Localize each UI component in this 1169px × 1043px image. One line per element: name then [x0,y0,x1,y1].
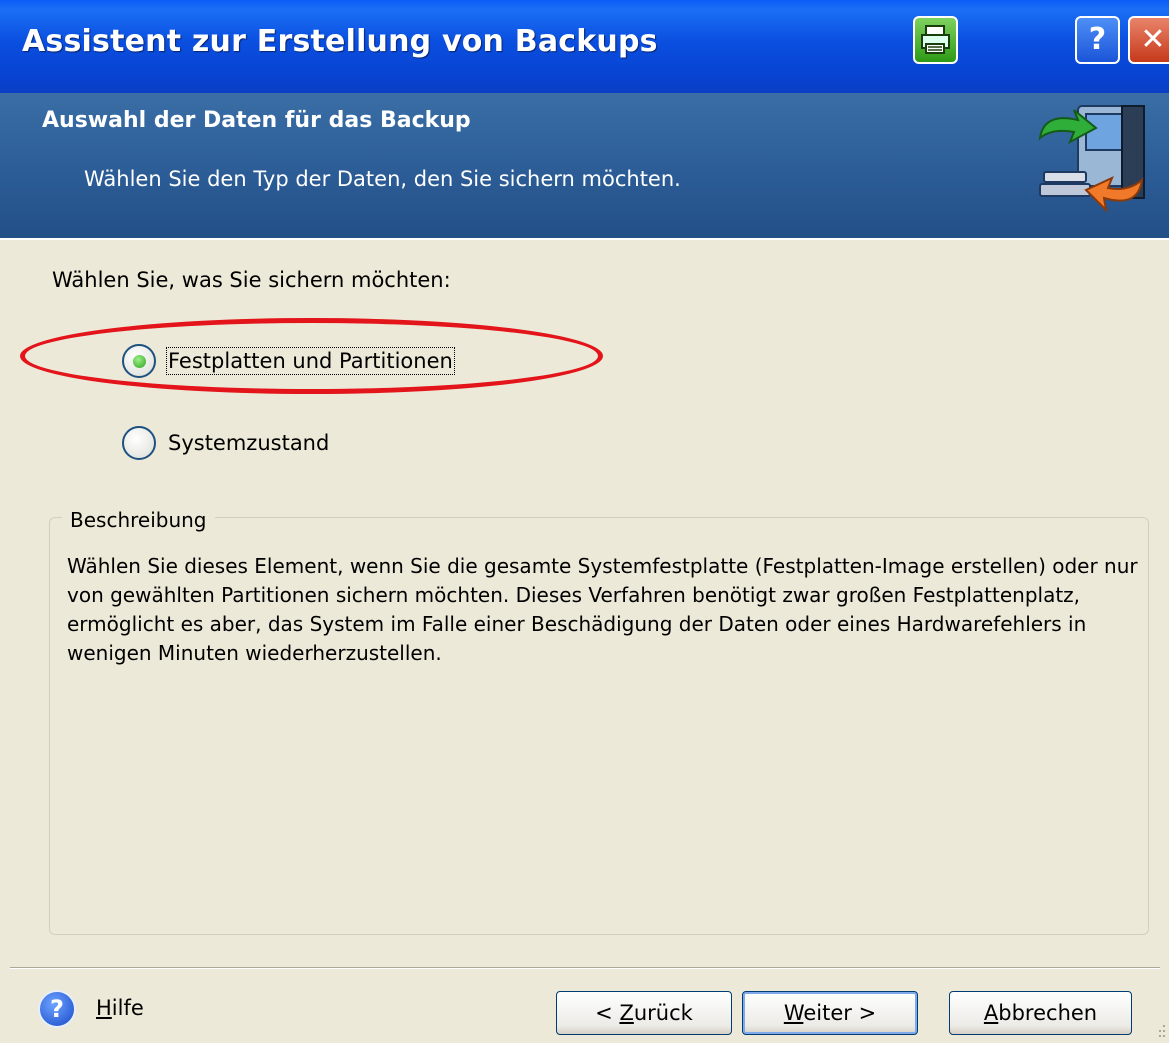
selection-prompt: Wählen Sie, was Sie sichern möchten: [52,268,451,292]
help-icon: ? [1088,22,1107,57]
step-subtitle: Wählen Sie den Typ der Daten, den Sie si… [84,167,681,191]
backup-computer-icon [1038,105,1145,213]
next-label-rest: eiter > [803,1001,877,1025]
backup-wizard-window: Assistent zur Erstellung von Backups ? ✕… [0,0,1169,1043]
back-prefix: < [595,1001,620,1025]
step-title: Auswahl der Daten für das Backup [42,108,471,133]
back-button[interactable]: < Zurück [556,991,732,1035]
close-button[interactable]: ✕ [1128,16,1169,64]
help-title-button[interactable]: ? [1075,16,1120,64]
description-title: Beschreibung [62,508,215,532]
close-icon: ✕ [1140,22,1166,57]
title-bar[interactable]: Assistent zur Erstellung von Backups ? ✕ [0,0,1169,93]
description-text: Wählen Sie dieses Element, wenn Sie die … [67,554,1138,665]
back-label-rest: urück [633,1001,693,1025]
question-circle-icon[interactable]: ? [38,990,76,1028]
highlight-ellipse [20,318,603,394]
next-hotkey: W [783,1001,804,1025]
help-link[interactable]: Hilfe [96,996,144,1020]
cancel-hotkey: A [983,1001,999,1025]
print-icon [921,25,950,54]
help-label-rest: ilfe [111,996,144,1020]
window-title: Assistent zur Erstellung von Backups [22,24,658,59]
next-button[interactable]: Weiter > [742,991,918,1035]
footer-separator [10,967,1160,969]
print-button[interactable] [913,16,958,64]
radio-button-system-state[interactable] [122,426,156,460]
cancel-button[interactable]: Abbrechen [949,991,1132,1035]
back-hotkey: Z [619,1001,634,1025]
radio-label-system-state[interactable]: Systemzustand [168,431,329,455]
resize-grip[interactable] [1157,1025,1167,1041]
cancel-label-rest: bbrechen [998,1001,1098,1025]
help-hotkey: H [96,996,112,1020]
